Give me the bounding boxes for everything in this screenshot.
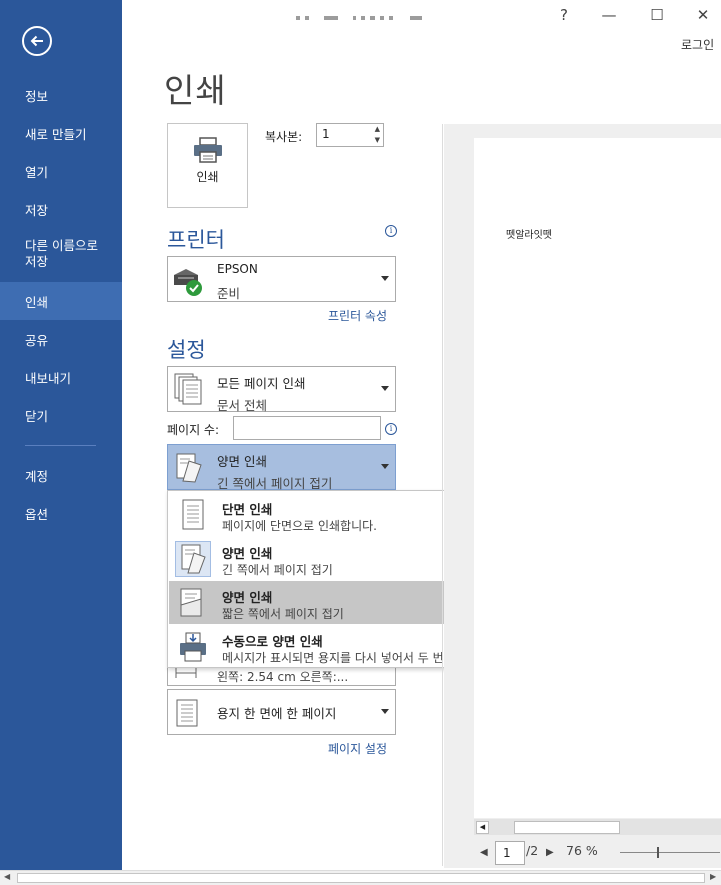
nav-options[interactable]: 옵션 bbox=[0, 502, 122, 524]
nav-label: 옵션 bbox=[25, 506, 49, 522]
option-title: 수동으로 양면 인쇄 bbox=[222, 634, 323, 649]
chevron-down-icon bbox=[381, 464, 389, 469]
manual-duplex-icon bbox=[175, 629, 211, 665]
nav-label: 공유 bbox=[25, 332, 49, 348]
pages-per-sheet-title: 용지 한 면에 한 페이지 bbox=[217, 706, 337, 721]
back-arrow-icon bbox=[30, 35, 43, 47]
duplex-title: 양면 인쇄 bbox=[217, 454, 267, 469]
margins-icon bbox=[175, 668, 197, 678]
nav-open[interactable]: 열기 bbox=[0, 160, 122, 182]
option-subtitle: 페이지에 단면으로 인쇄합니다. bbox=[222, 519, 377, 533]
info-icon[interactable]: i bbox=[385, 423, 397, 435]
printer-icon bbox=[194, 137, 222, 163]
printer-dropdown[interactable]: EPSON 준비 bbox=[167, 256, 396, 302]
pages-input[interactable] bbox=[233, 416, 381, 440]
option-subtitle: 짧은 쪽에서 페이지 접기 bbox=[222, 607, 344, 621]
current-page-value: 1 bbox=[503, 846, 511, 860]
option-title: 양면 인쇄 bbox=[222, 590, 273, 605]
printer-status: 준비 bbox=[217, 286, 241, 301]
nav-info[interactable]: 정보 bbox=[0, 84, 122, 106]
copies-label: 복사본: bbox=[265, 130, 303, 144]
panel-separator bbox=[442, 124, 443, 866]
printer-name: EPSON bbox=[217, 262, 258, 276]
nav-close[interactable]: 닫기 bbox=[0, 404, 122, 426]
duplex-long-edge-icon bbox=[176, 453, 202, 483]
print-range-dropdown[interactable]: 모든 페이지 인쇄 문서 전체 bbox=[167, 366, 396, 413]
printer-ready-icon bbox=[174, 269, 202, 296]
nav-save-as[interactable]: 다른 이름으로 저장 bbox=[0, 236, 122, 272]
page-title: 인쇄 bbox=[164, 71, 227, 110]
nav-share[interactable]: 공유 bbox=[0, 328, 122, 350]
printer-heading: 프린터 bbox=[167, 228, 225, 252]
scroll-thumb[interactable] bbox=[17, 873, 705, 883]
single-sided-icon bbox=[175, 497, 211, 533]
copies-value: 1 bbox=[322, 127, 330, 141]
duplex-dropdown[interactable]: 양면 인쇄 긴 쪽에서 페이지 접기 bbox=[167, 444, 396, 491]
close-button[interactable]: ✕ bbox=[692, 4, 714, 26]
nav-save[interactable]: 저장 bbox=[0, 198, 122, 220]
print-button-label: 인쇄 bbox=[196, 170, 219, 184]
page-setup-link[interactable]: 페이지 설정 bbox=[328, 740, 387, 757]
chevron-down-icon bbox=[381, 276, 389, 281]
nav-label: 새로 만들기 bbox=[25, 126, 87, 142]
nav-label: 열기 bbox=[25, 164, 49, 180]
nav-export[interactable]: 내보내기 bbox=[0, 366, 122, 388]
backstage-sidebar: 정보 새로 만들기 열기 저장 다른 이름으로 저장 인쇄 공유 내보내기 닫기… bbox=[0, 0, 122, 870]
option-title: 양면 인쇄 bbox=[222, 546, 273, 561]
copies-spinner[interactable]: 1 ▲ ▼ bbox=[316, 123, 384, 147]
nav-divider bbox=[25, 445, 96, 446]
nav-new[interactable]: 새로 만들기 bbox=[0, 122, 122, 144]
prev-page-icon[interactable]: ◀ bbox=[480, 847, 488, 858]
option-title: 단면 인쇄 bbox=[222, 502, 273, 517]
nav-label: 닫기 bbox=[25, 408, 49, 424]
scroll-right-icon[interactable]: ▶ bbox=[710, 872, 716, 881]
chevron-down-icon bbox=[381, 386, 389, 391]
login-link[interactable]: 로그인 bbox=[681, 36, 714, 53]
next-page-icon[interactable]: ▶ bbox=[546, 847, 554, 858]
nav-label: 다른 이름으로 저장 bbox=[25, 238, 98, 269]
zoom-slider-knob[interactable] bbox=[657, 847, 659, 858]
current-page-input[interactable]: 1 bbox=[495, 841, 525, 865]
print-button[interactable]: 인쇄 bbox=[167, 123, 248, 208]
help-button[interactable]: ? bbox=[553, 4, 575, 26]
back-button[interactable] bbox=[22, 26, 52, 56]
chevron-down-icon bbox=[381, 709, 389, 714]
duplex-long-edge-icon bbox=[175, 541, 211, 577]
nav-account[interactable]: 계정 bbox=[0, 464, 122, 486]
print-range-subtitle: 문서 전체 bbox=[217, 398, 267, 413]
scroll-left-icon[interactable]: ◀ bbox=[476, 821, 489, 834]
nav-label: 저장 bbox=[25, 202, 49, 218]
nav-print[interactable]: 인쇄 bbox=[0, 282, 122, 320]
pages-per-sheet-dropdown[interactable]: 용지 한 면에 한 페이지 bbox=[167, 689, 396, 735]
spin-up-icon[interactable]: ▲ bbox=[375, 125, 380, 133]
scroll-thumb[interactable] bbox=[514, 821, 620, 834]
total-pages: /2 bbox=[526, 843, 539, 858]
settings-heading: 설정 bbox=[167, 338, 206, 362]
pages-label: 페이지 수: bbox=[167, 423, 220, 437]
nav-label: 인쇄 bbox=[25, 294, 49, 310]
printer-properties-link[interactable]: 프린터 속성 bbox=[328, 307, 387, 324]
zoom-level[interactable]: 76 % bbox=[566, 843, 598, 858]
preview-horizontal-scrollbar[interactable]: ◀ bbox=[474, 819, 721, 835]
print-range-title: 모든 페이지 인쇄 bbox=[217, 376, 306, 391]
document-title-obscured bbox=[296, 10, 427, 24]
minimize-button[interactable]: — bbox=[598, 4, 620, 26]
spin-down-icon[interactable]: ▼ bbox=[375, 136, 380, 144]
single-page-icon bbox=[176, 699, 198, 727]
pages-stack-icon bbox=[174, 373, 202, 405]
option-subtitle: 긴 쪽에서 페이지 접기 bbox=[222, 563, 333, 577]
window-horizontal-scrollbar[interactable]: ◀ ▶ bbox=[0, 870, 721, 885]
info-icon[interactable]: i bbox=[385, 225, 397, 237]
duplex-short-edge-icon bbox=[175, 585, 211, 621]
preview-page-text: 뗏알라잇뗏 bbox=[506, 230, 552, 241]
maximize-button[interactable]: ☐ bbox=[646, 4, 668, 26]
nav-label: 계정 bbox=[25, 468, 49, 484]
nav-label: 정보 bbox=[25, 88, 49, 104]
zoom-slider[interactable] bbox=[620, 852, 720, 853]
scroll-left-icon[interactable]: ◀ bbox=[4, 872, 10, 881]
nav-label: 내보내기 bbox=[25, 370, 72, 386]
margins-text: 왼쪽: 2.54 cm 오른쪽:... bbox=[217, 670, 349, 684]
